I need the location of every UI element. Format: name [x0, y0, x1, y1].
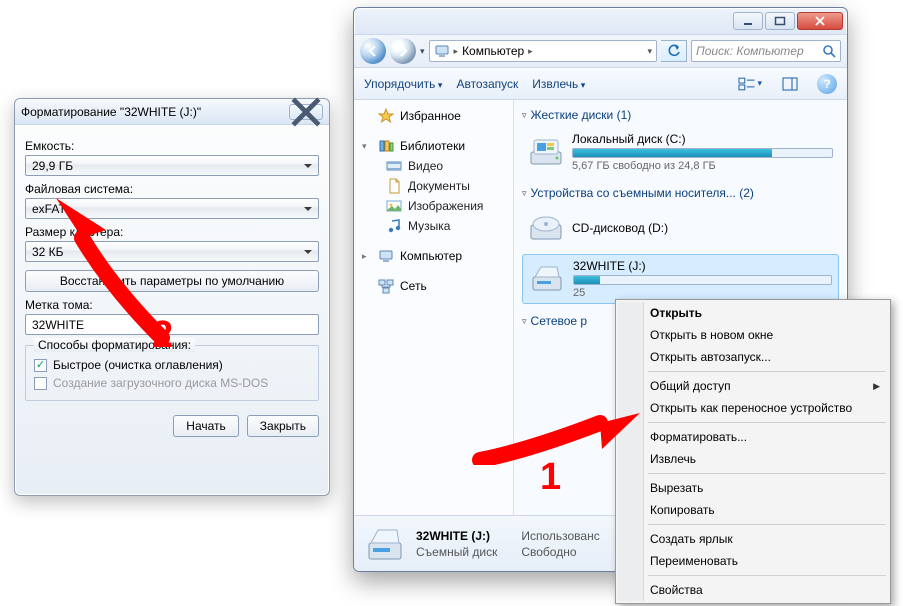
- restore-defaults-button[interactable]: Восстановить параметры по умолчанию: [25, 270, 319, 292]
- ctx-create-shortcut[interactable]: Создать ярлык: [618, 528, 888, 550]
- status-used-label: Использованс: [521, 529, 599, 543]
- drive-j-usage-bar: [573, 275, 832, 285]
- drive-context-menu: Открыть Открыть в новом окне Открыть авт…: [615, 299, 891, 604]
- msdos-boot-checkbox: Создание загрузочного диска MS-DOS: [34, 376, 310, 390]
- start-button[interactable]: Начать: [173, 415, 239, 437]
- star-icon: [378, 108, 394, 124]
- drive-j-sub: 25: [573, 287, 832, 299]
- chevron-right-icon: ▸: [528, 46, 533, 57]
- ctx-open-autoplay[interactable]: Открыть автозапуск...: [618, 346, 888, 368]
- cluster-label: Размер кластера:: [25, 225, 319, 239]
- chevron-right-icon: ▸: [362, 251, 372, 262]
- ctx-share[interactable]: Общий доступ▶: [618, 375, 888, 397]
- status-free-label: Свободно: [521, 545, 599, 559]
- maximize-button[interactable]: [765, 12, 795, 30]
- drive-d-label: CD-дисковод (D:): [572, 221, 833, 235]
- chevron-down-icon: ▿: [522, 316, 527, 327]
- filesystem-combo[interactable]: exFAT: [25, 198, 319, 219]
- drive-c-label: Локальный диск (C:): [572, 132, 833, 146]
- nav-history-dropdown[interactable]: ▾: [420, 46, 425, 57]
- ctx-copy[interactable]: Копировать: [618, 499, 888, 521]
- breadcrumb-computer[interactable]: Компьютер: [462, 44, 524, 58]
- ctx-cut[interactable]: Вырезать: [618, 477, 888, 499]
- minimize-button[interactable]: [733, 12, 763, 30]
- nav-back-button[interactable]: [360, 38, 386, 64]
- refresh-button[interactable]: [661, 40, 687, 62]
- tree-music[interactable]: Музыка: [358, 216, 509, 236]
- dialog-title: Форматирование "32WHITE (J:)": [21, 99, 289, 125]
- checkbox-icon: [34, 377, 47, 390]
- autoplay-button[interactable]: Автозапуск: [456, 77, 518, 91]
- drive-j-label: 32WHITE (J:): [573, 259, 832, 273]
- tree-favorites[interactable]: Избранное: [358, 106, 509, 126]
- chevron-right-icon: ▶: [873, 381, 880, 392]
- chevron-right-icon: ▸: [454, 46, 459, 57]
- checkbox-icon: [34, 359, 47, 372]
- ctx-rename[interactable]: Переименовать: [618, 550, 888, 572]
- removable-drive-icon: [364, 523, 406, 565]
- window-close-button[interactable]: [797, 12, 843, 30]
- image-icon: [386, 198, 402, 214]
- computer-icon: [434, 43, 450, 59]
- computer-icon: [378, 248, 394, 264]
- chevron-down-icon: ▿: [522, 110, 527, 121]
- ctx-properties[interactable]: Свойства: [618, 579, 888, 601]
- ctx-format[interactable]: Форматировать...: [618, 426, 888, 448]
- quick-format-checkbox[interactable]: Быстрое (очистка оглавления): [34, 358, 310, 372]
- tree-video[interactable]: Видео: [358, 156, 509, 176]
- tree-network[interactable]: Сеть: [358, 276, 509, 296]
- address-bar[interactable]: ▸ Компьютер ▸ ▾: [429, 40, 657, 62]
- ctx-open[interactable]: Открыть: [618, 302, 888, 324]
- organize-menu[interactable]: Упорядочить: [364, 77, 442, 91]
- cluster-combo[interactable]: 32 КБ: [25, 241, 319, 262]
- drive-c[interactable]: Локальный диск (C:) 5,67 ГБ свободно из …: [522, 128, 839, 176]
- category-hdd[interactable]: ▿Жесткие диски (1): [522, 108, 839, 122]
- drive-c-usage-bar: [572, 148, 833, 158]
- help-button[interactable]: ?: [817, 74, 837, 94]
- search-icon: [822, 44, 836, 58]
- tree-documents[interactable]: Документы: [358, 176, 509, 196]
- chevron-down-icon: ▿: [522, 188, 527, 199]
- ctx-eject[interactable]: Извлечь: [618, 448, 888, 470]
- cd-drive-icon: [528, 210, 564, 246]
- removable-drive-icon: [529, 261, 565, 297]
- dialog-close-button[interactable]: [289, 104, 323, 120]
- status-name: 32WHITE (J:): [416, 529, 497, 543]
- category-removable[interactable]: ▿Устройства со съемными носителя... (2): [522, 186, 839, 200]
- status-type: Съемный диск: [416, 545, 497, 559]
- format-dialog: Форматирование "32WHITE (J:)" Емкость: 2…: [14, 98, 330, 496]
- chevron-down-icon: ▾: [362, 141, 372, 152]
- drive-c-sub: 5,67 ГБ свободно из 24,8 ГБ: [572, 160, 833, 172]
- tree-computer[interactable]: ▸ Компьютер: [358, 246, 509, 266]
- ctx-portable-device[interactable]: Открыть как переносное устройство: [618, 397, 888, 419]
- address-dropdown[interactable]: ▾: [647, 46, 652, 57]
- search-input[interactable]: Поиск: Компьютер: [691, 40, 841, 62]
- capacity-combo[interactable]: 29,9 ГБ: [25, 155, 319, 176]
- view-mode-button[interactable]: ▾: [737, 73, 763, 95]
- format-methods-group: Способы форматирования: Быстрое (очистка…: [25, 345, 319, 401]
- libraries-icon: [378, 138, 394, 154]
- ctx-open-new-window[interactable]: Открыть в новом окне: [618, 324, 888, 346]
- video-icon: [386, 158, 402, 174]
- network-icon: [378, 278, 394, 294]
- volume-input[interactable]: 32WHITE: [25, 314, 319, 335]
- music-icon: [386, 218, 402, 234]
- close-button[interactable]: Закрыть: [247, 415, 319, 437]
- tree-images[interactable]: Изображения: [358, 196, 509, 216]
- preview-pane-button[interactable]: [777, 73, 803, 95]
- filesystem-label: Файловая система:: [25, 182, 319, 196]
- capacity-label: Емкость:: [25, 139, 319, 153]
- hdd-icon: [528, 134, 564, 170]
- eject-menu[interactable]: Извлечь: [532, 77, 585, 91]
- tree-libraries[interactable]: ▾ Библиотеки: [358, 136, 509, 156]
- navigation-tree: Избранное ▾ Библиотеки Видео Докум: [354, 100, 514, 515]
- methods-label: Способы форматирования:: [34, 338, 195, 352]
- document-icon: [386, 178, 402, 194]
- drive-j[interactable]: 32WHITE (J:) 25: [522, 254, 839, 304]
- drive-d[interactable]: CD-дисковод (D:): [522, 206, 839, 250]
- nav-forward-button[interactable]: [390, 38, 416, 64]
- volume-label: Метка тома:: [25, 298, 319, 312]
